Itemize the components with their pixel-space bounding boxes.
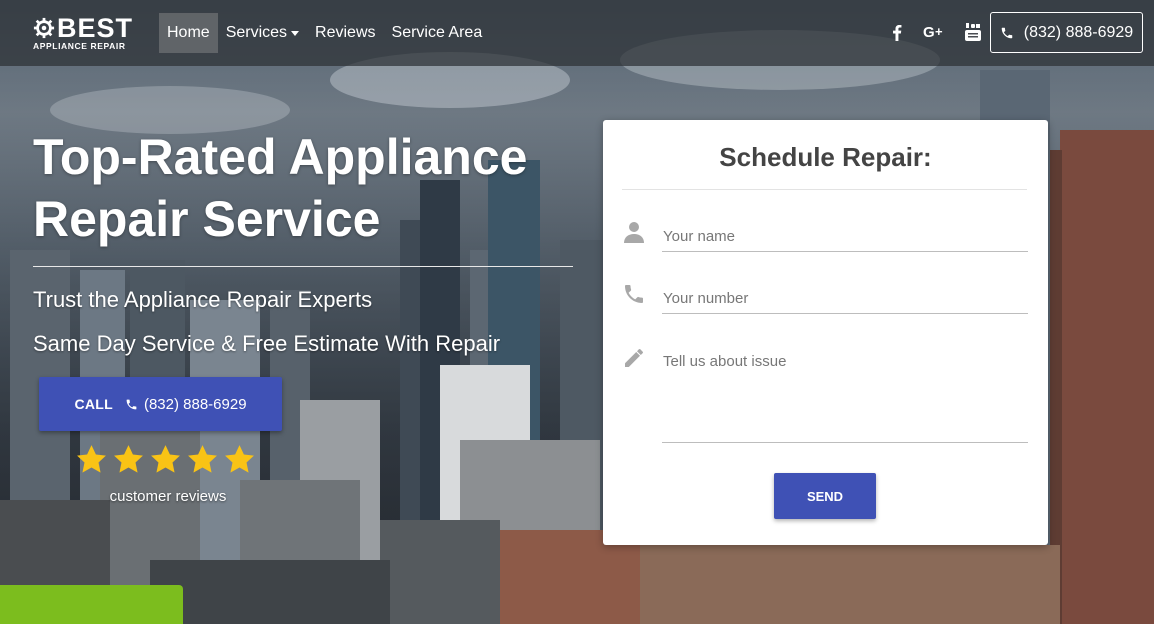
hero-subtitle-2: Same Day Service & Free Estimate With Re… [33,331,501,356]
google-plus-icon[interactable]: G + [916,20,954,44]
youtube-icon[interactable] [954,20,992,44]
number-input[interactable] [662,290,1028,314]
user-icon [624,222,644,243]
nav-service-area-label: Service Area [391,24,483,41]
nav-services[interactable]: Services [218,13,307,53]
customer-reviews-label: customer reviews [109,488,227,505]
name-input[interactable] [662,228,1028,252]
nav-home-label: Home [167,24,210,41]
star-icon [151,445,180,473]
caret-down-icon [291,30,300,36]
call-button[interactable]: CALL (832) 888-6929 [39,377,282,431]
pencil-icon [625,349,643,367]
star-icon [114,445,143,473]
schedule-repair-form: Schedule Repair: SEND [603,120,1048,545]
issue-textarea[interactable] [662,353,1028,443]
social-links: G + [878,20,992,44]
rating-stars [75,443,256,476]
star-icon [188,445,217,473]
star-icon [225,445,254,473]
call-phone-number: (832) 888-6929 [143,395,247,413]
send-button[interactable]: SEND [774,473,876,519]
nav-reviews[interactable]: Reviews [307,13,383,53]
header-phone-button[interactable]: (832) 888-6929 [990,12,1143,53]
hero-divider [33,266,573,267]
gear-icon [33,17,55,39]
nav-home[interactable]: Home [159,13,218,53]
hero-title: Top-Rated Appliance Repair Service [33,129,528,247]
logo-word: BEST [57,13,134,43]
svg-text:G: G [923,24,935,40]
nav-reviews-label: Reviews [315,24,376,41]
phone-icon [625,285,643,303]
navbar: BEST APPLIANCE REPAIR Home Services Revi… [0,0,1154,66]
header-phone-number: (832) 888-6929 [1023,23,1134,41]
green-tab[interactable] [0,585,183,624]
hero-subtitle-1: Trust the Appliance Repair Experts [33,287,373,312]
logo-subtitle: APPLIANCE REPAIR [33,41,126,51]
svg-text:+: + [935,24,943,39]
nav-services-label: Services [225,24,288,41]
star-icon [77,445,106,473]
call-label: CALL [74,396,113,412]
form-title: Schedule Repair: [719,142,932,172]
phone-icon [126,399,137,409]
form-divider [622,189,1027,190]
facebook-icon[interactable] [878,20,916,44]
phone-icon [1001,27,1013,38]
logo[interactable]: BEST APPLIANCE REPAIR [33,13,145,52]
nav-service-area[interactable]: Service Area [384,13,491,53]
nav-links: Home Services Reviews Service Area [159,13,490,53]
